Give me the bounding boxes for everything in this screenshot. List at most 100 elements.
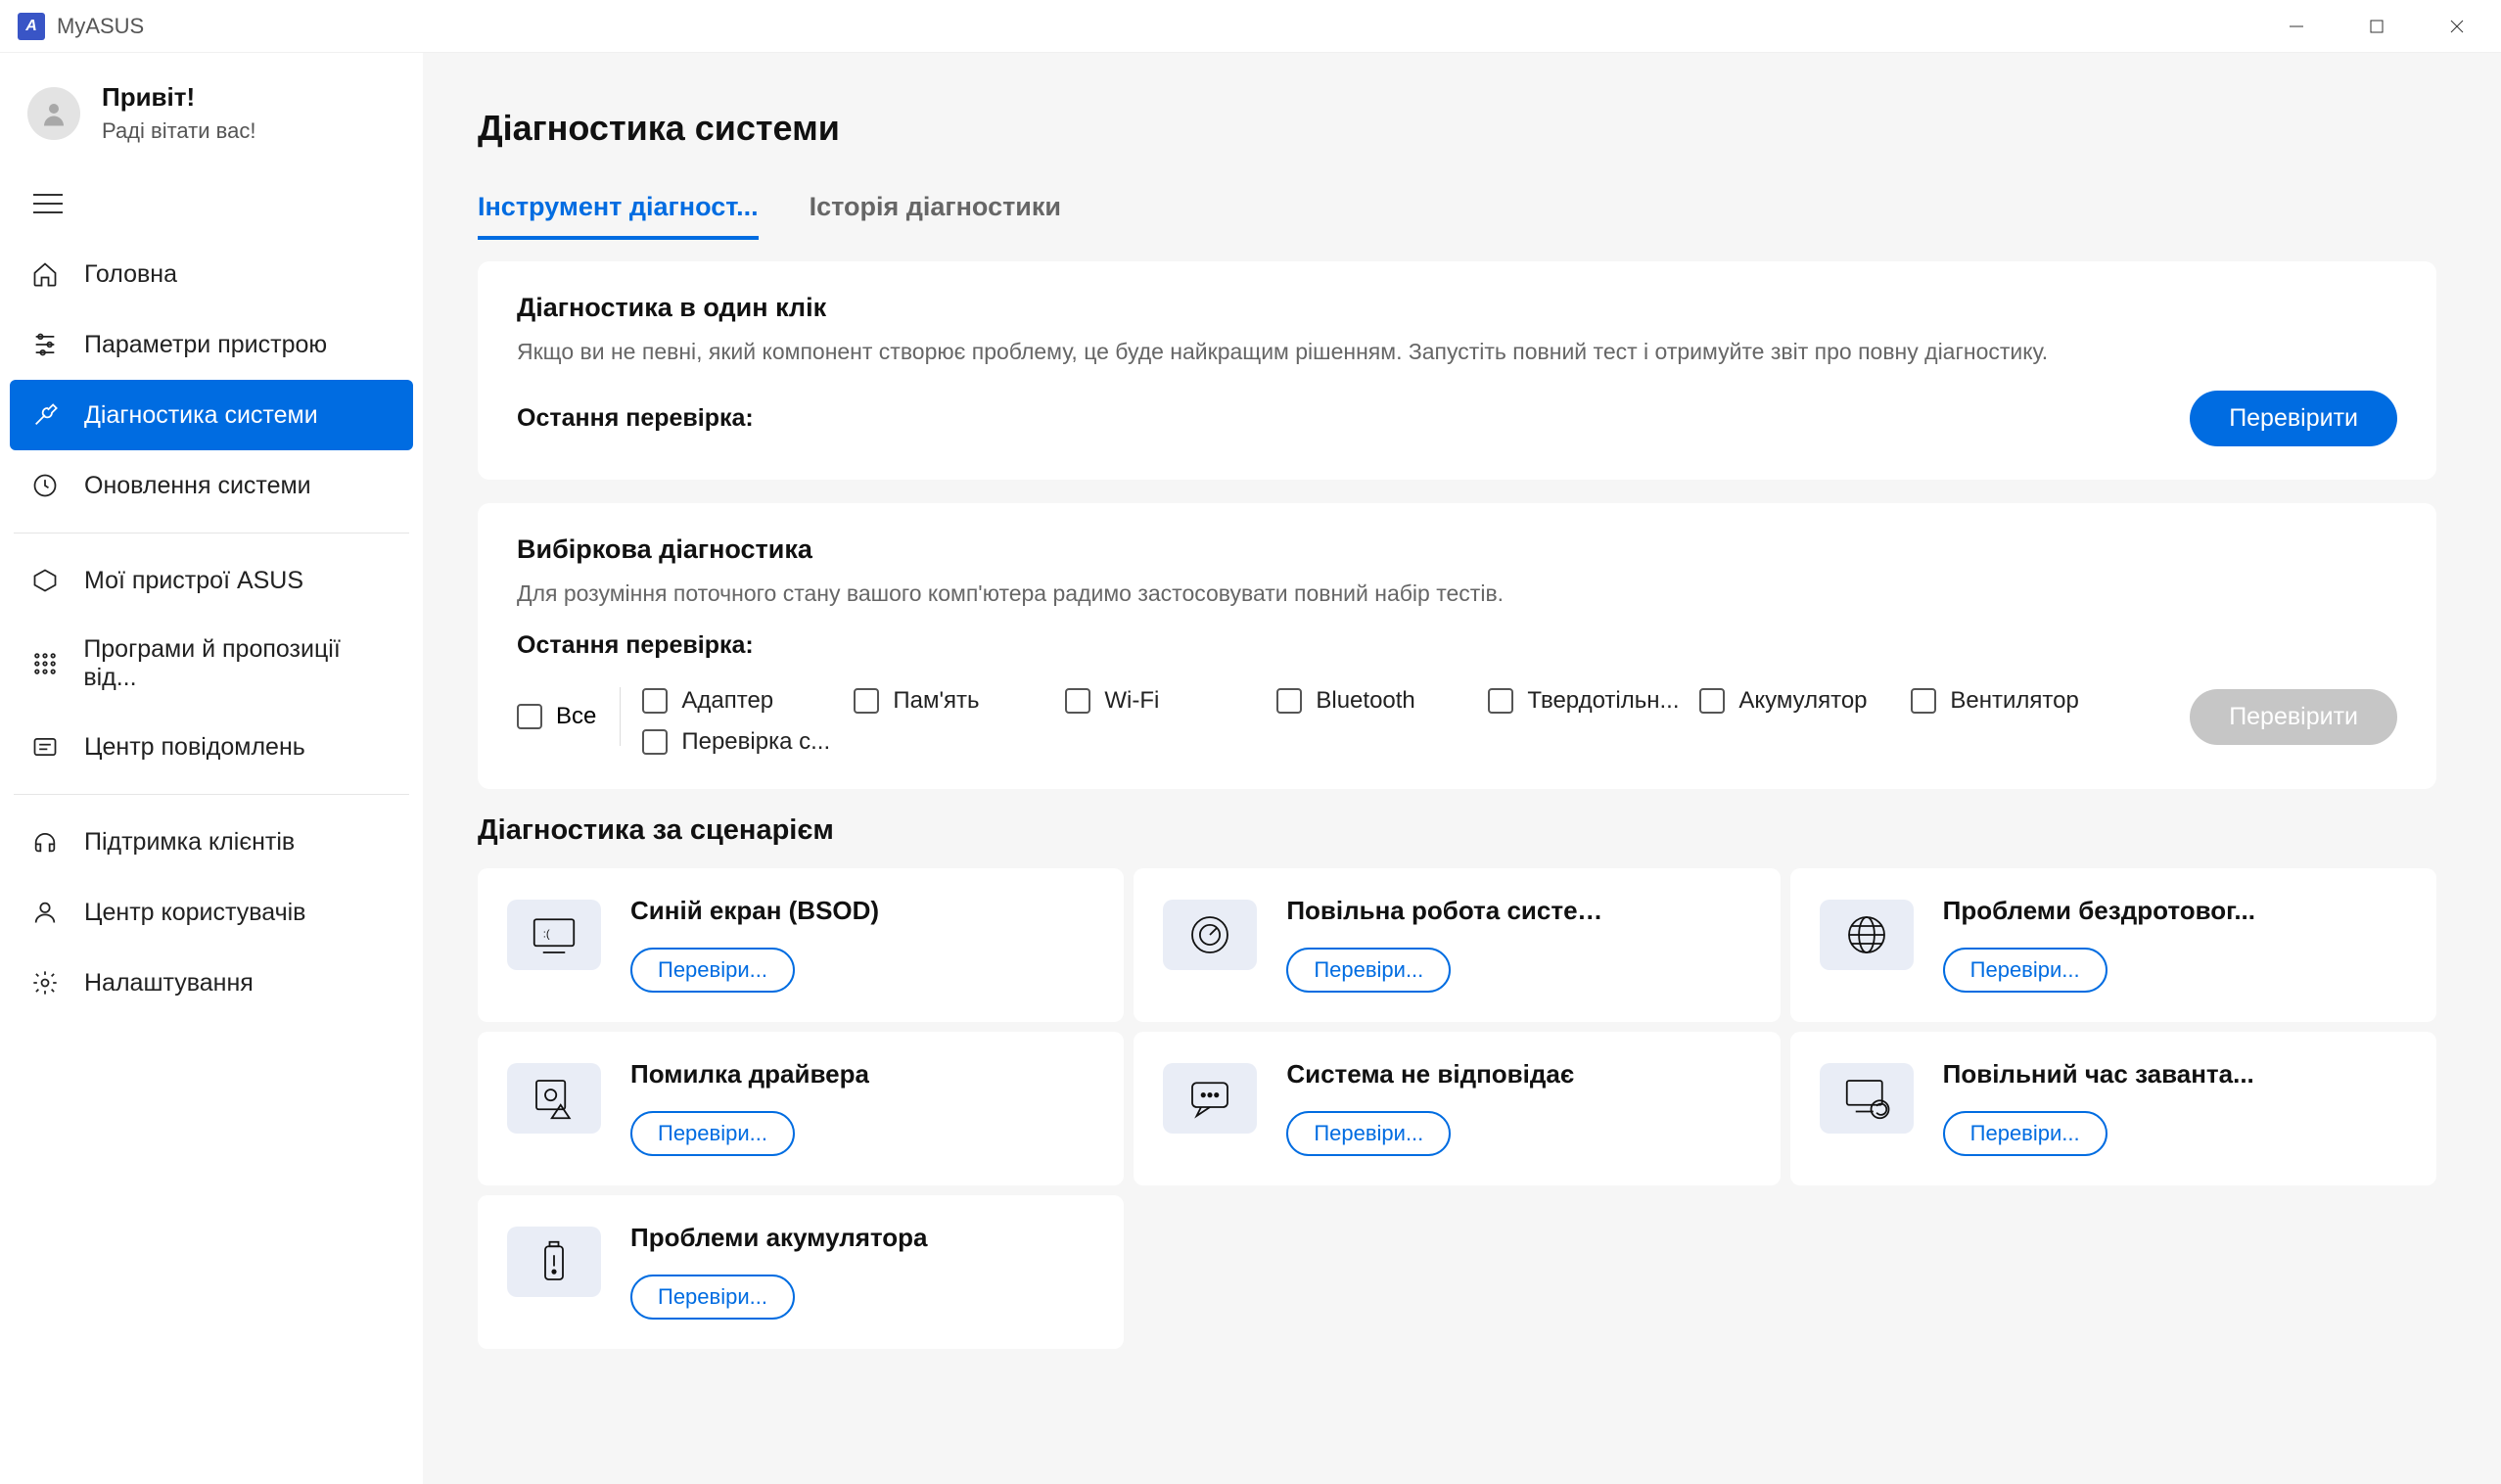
custom-card: Вибіркова діагностика Для розуміння пото… <box>478 503 2436 790</box>
sidebar-item-support[interactable]: Підтримка клієнтів <box>0 807 423 877</box>
sidebar-item-home[interactable]: Головна <box>0 239 423 309</box>
scenario-slow-system: Повільна робота системи Перевіри... <box>1134 868 1780 1022</box>
checkbox-icon <box>1911 688 1936 714</box>
scenario-wireless: Проблеми бездротовог... Перевіри... <box>1790 868 2436 1022</box>
scenario-check-button[interactable]: Перевіри... <box>630 948 795 993</box>
scenario-check-button[interactable]: Перевіри... <box>630 1275 795 1320</box>
gauge-icon <box>1163 900 1257 970</box>
headset-icon <box>29 826 61 858</box>
sidebar-item-settings[interactable]: Налаштування <box>0 948 423 1018</box>
oneclick-last-check-label: Остання перевірка: <box>517 404 754 433</box>
gear-icon <box>29 967 61 998</box>
sidebar-item-diagnostics[interactable]: Діагностика системи <box>10 380 413 450</box>
close-button[interactable] <box>2417 0 2497 53</box>
oneclick-subtitle: Якщо ви не певні, який компонент створює… <box>517 335 2397 369</box>
custom-title: Вибіркова діагностика <box>517 534 2397 565</box>
checkbox-icon <box>854 688 879 714</box>
home-icon <box>29 258 61 290</box>
sidebar-item-user-center[interactable]: Центр користувачів <box>0 877 423 948</box>
check-wifi[interactable]: Wi-Fi <box>1065 687 1276 715</box>
check-label: Пам'ять <box>893 687 979 715</box>
oneclick-title: Діагностика в один клік <box>517 293 2397 323</box>
sidebar-item-label: Діагностика системи <box>84 401 318 430</box>
scenario-slow-boot: Повільний час заванта... Перевіри... <box>1790 1032 2436 1185</box>
avatar-icon <box>27 87 80 140</box>
scenario-title: Проблеми акумулятора <box>630 1223 928 1253</box>
check-label: Wi-Fi <box>1104 687 1159 715</box>
devices-icon <box>29 565 61 596</box>
scenario-check-button[interactable]: Перевіри... <box>1286 948 1451 993</box>
sidebar-item-device-settings[interactable]: Параметри пристрою <box>0 309 423 380</box>
user-block[interactable]: Привіт! Раді вітати вас! <box>0 65 423 169</box>
check-battery[interactable]: Акумулятор <box>1699 687 1911 715</box>
oneclick-check-button[interactable]: Перевірити <box>2190 391 2397 446</box>
sidebar: Привіт! Раді вітати вас! Головна Парамет… <box>0 53 423 1484</box>
checkbox-icon <box>642 729 668 755</box>
check-ssd[interactable]: Твердотільн... <box>1488 687 1699 715</box>
scenario-check-button[interactable]: Перевіри... <box>630 1111 795 1156</box>
window-title: MyASUS <box>57 14 144 39</box>
globe-icon <box>1820 900 1914 970</box>
chat-dots-icon <box>1163 1063 1257 1134</box>
sidebar-item-label: Мої пристрої ASUS <box>84 567 303 595</box>
main-content: Діагностика системи Інструмент діагност.… <box>423 53 2501 1484</box>
scenario-driver-error: Помилка драйвера Перевіри... <box>478 1032 1124 1185</box>
scenario-check-button[interactable]: Перевіри... <box>1943 1111 2107 1156</box>
nav: Головна Параметри пристрою Діагностика с… <box>0 239 423 1018</box>
scenario-battery: Проблеми акумулятора Перевіри... <box>478 1195 1124 1349</box>
update-icon <box>29 470 61 501</box>
sidebar-item-messages[interactable]: Центр повідомлень <box>0 712 423 782</box>
page-title: Діагностика системи <box>478 108 2436 149</box>
user-text: Привіт! Раді вітати вас! <box>102 82 255 144</box>
check-all-label: Все <box>556 703 596 730</box>
check-memory[interactable]: Пам'ять <box>854 687 1065 715</box>
hamburger-button[interactable] <box>0 169 423 239</box>
scenario-title: Повільна робота системи <box>1286 896 1609 926</box>
maximize-button[interactable] <box>2337 0 2417 53</box>
check-stress[interactable]: Перевірка с... <box>642 728 854 756</box>
sidebar-item-label: Оновлення системи <box>84 472 311 500</box>
nav-separator <box>14 794 409 795</box>
svg-text::(: :( <box>543 928 550 940</box>
checkbox-icon <box>1699 688 1725 714</box>
scenario-not-responding: Система не відповідає Перевіри... <box>1134 1032 1780 1185</box>
tab-diagnostic-tool[interactable]: Інструмент діагност... <box>478 192 759 240</box>
scenario-title: Повільний час заванта... <box>1943 1059 2254 1090</box>
checkbox-icon <box>1276 688 1302 714</box>
sidebar-item-label: Головна <box>84 260 177 289</box>
app-logo-icon: A <box>18 13 45 40</box>
scenario-title: Помилка драйвера <box>630 1059 869 1090</box>
check-grid: Адаптер Пам'ять Wi-Fi Bluetooth Твердоті… <box>642 687 2190 756</box>
message-icon <box>29 731 61 763</box>
monitor-refresh-icon <box>1820 1063 1914 1134</box>
checkbox-icon <box>642 688 668 714</box>
sidebar-item-my-devices[interactable]: Мої пристрої ASUS <box>0 545 423 616</box>
sidebar-item-label: Програми й пропозиції від... <box>83 635 394 692</box>
minimize-button[interactable] <box>2256 0 2337 53</box>
check-all[interactable]: Все <box>517 687 621 746</box>
check-label: Твердотільн... <box>1527 687 1679 715</box>
driver-warning-icon <box>507 1063 601 1134</box>
custom-check-button[interactable]: Перевірити <box>2190 689 2397 745</box>
sidebar-item-label: Параметри пристрою <box>84 331 327 359</box>
window-controls <box>2256 0 2497 53</box>
welcome-text: Раді вітати вас! <box>102 118 255 144</box>
scenario-check-button[interactable]: Перевіри... <box>1286 1111 1451 1156</box>
sidebar-item-apps[interactable]: Програми й пропозиції від... <box>0 616 423 712</box>
tab-diagnostic-history[interactable]: Історія діагностики <box>810 192 1061 240</box>
check-bluetooth[interactable]: Bluetooth <box>1276 687 1488 715</box>
custom-last-check-label: Остання перевірка: <box>517 631 2397 660</box>
check-adapter[interactable]: Адаптер <box>642 687 854 715</box>
sidebar-item-system-update[interactable]: Оновлення системи <box>0 450 423 521</box>
scenario-check-button[interactable]: Перевіри... <box>1943 948 2107 993</box>
check-fan[interactable]: Вентилятор <box>1911 687 2122 715</box>
sidebar-item-label: Центр користувачів <box>84 899 305 927</box>
scenario-section-title: Діагностика за сценарієм <box>478 814 2436 847</box>
sidebar-item-label: Підтримка клієнтів <box>84 828 295 857</box>
custom-subtitle: Для розуміння поточного стану вашого ком… <box>517 577 2397 611</box>
scenario-title: Проблеми бездротовог... <box>1943 896 2255 926</box>
scenario-title: Система не відповідає <box>1286 1059 1574 1090</box>
check-label: Адаптер <box>681 687 773 715</box>
checkbox-icon <box>1488 688 1513 714</box>
checks-row: Все Адаптер Пам'ять Wi-Fi Bluetooth Твер… <box>517 687 2190 756</box>
